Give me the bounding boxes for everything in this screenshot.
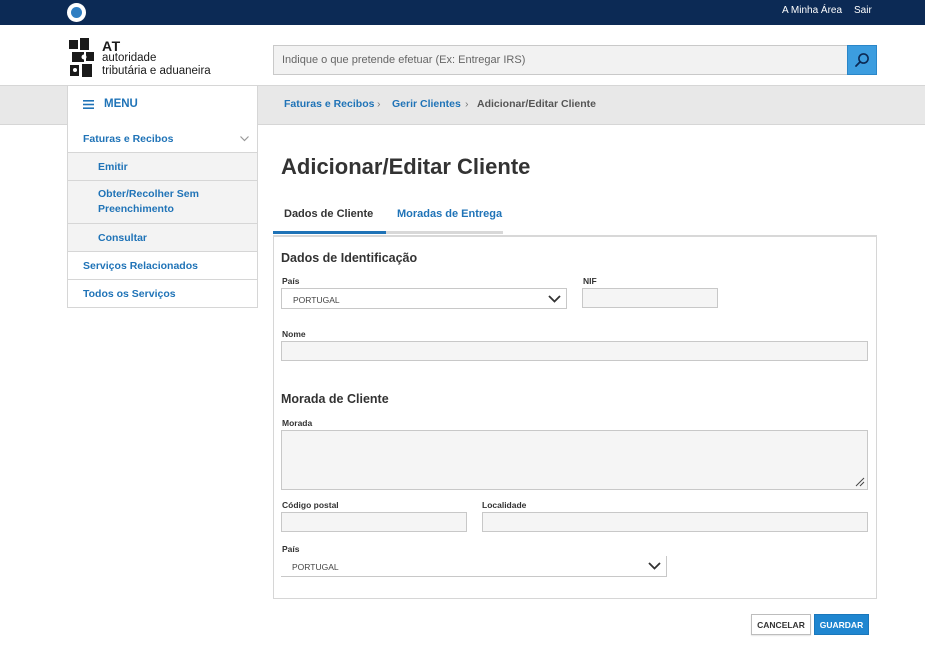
address-country-select[interactable]: PORTUGAL (281, 556, 667, 577)
sidebar-menu: Faturas e Recibos Emitir Obter/Recolher … (67, 125, 258, 308)
chevron-down-icon (648, 562, 661, 570)
name-label: Nome (282, 329, 306, 339)
top-bar: A Minha Área Sair (0, 0, 925, 25)
hamburger-icon (83, 100, 94, 109)
save-button[interactable]: GUARDAR (814, 614, 869, 635)
postal-code-label: Código postal (282, 500, 339, 510)
country-select-value: PORTUGAL (293, 295, 340, 305)
portal-logo-icon[interactable] (67, 3, 86, 22)
brand-name-line1: autoridade (102, 52, 157, 64)
sidebar-item-servicos-relacionados[interactable]: Serviços Relacionados (68, 252, 257, 280)
search-button[interactable] (847, 45, 877, 75)
name-input[interactable] (281, 341, 868, 361)
resize-handle-icon[interactable] (855, 477, 865, 487)
my-area-link[interactable]: A Minha Área (782, 5, 842, 16)
sidebar-item-label: Consultar (98, 232, 148, 244)
chevron-down-icon (240, 136, 249, 142)
tab-divider (386, 231, 503, 234)
sidebar-item-todos-servicos[interactable]: Todos os Serviços (68, 280, 257, 308)
address-country-value: PORTUGAL (292, 562, 339, 572)
active-tab-indicator (273, 231, 386, 234)
chevron-down-icon (548, 295, 561, 303)
brand-name-line2: tributária e aduaneira (102, 65, 211, 77)
sidebar-item-label: Faturas e Recibos (83, 133, 174, 145)
cancel-button[interactable]: CANCELAR (751, 614, 811, 635)
identification-section-title: Dados de Identificação (281, 251, 418, 265)
locality-input[interactable] (482, 512, 868, 532)
breadcrumb-gerir-clientes[interactable]: Gerir Clientes (392, 98, 461, 110)
sidebar-item-label: Emitir (98, 161, 128, 173)
postal-code-input[interactable] (281, 512, 467, 532)
sidebar-item-obter-recolher[interactable]: Obter/Recolher Sem Preenchimento (68, 181, 257, 224)
sidebar-item-label: Obter/Recolher Sem (98, 188, 199, 200)
tab-dados-cliente[interactable]: Dados de Cliente (284, 208, 373, 220)
sidebar-item-label-line2: Preenchimento (98, 203, 174, 215)
sidebar-item-label: Todos os Serviços (83, 288, 176, 300)
sidebar-item-consultar[interactable]: Consultar (68, 224, 257, 252)
breadcrumb-faturas-recibos[interactable]: Faturas e Recibos (284, 98, 374, 110)
search-icon (855, 53, 869, 67)
menu-toggle[interactable]: MENU (67, 85, 258, 125)
site-header: AT autoridade tributária e aduaneira (0, 25, 925, 85)
country-select[interactable]: PORTUGAL (281, 288, 567, 309)
at-emblem-icon[interactable] (69, 38, 97, 78)
sidebar-item-label: Serviços Relacionados (83, 260, 198, 272)
address-textarea[interactable] (281, 430, 868, 490)
locality-label: Localidade (482, 500, 527, 510)
address-label: Morada (282, 418, 313, 428)
country-label: País (282, 276, 300, 286)
address-country-label: País (282, 544, 300, 554)
logout-link[interactable]: Sair (854, 5, 872, 16)
tab-moradas-entrega[interactable]: Moradas de Entrega (397, 208, 502, 220)
breadcrumb-chevron-icon: › (465, 98, 469, 110)
nif-input[interactable] (582, 288, 718, 308)
sidebar-item-faturas-recibos[interactable]: Faturas e Recibos (68, 125, 257, 153)
nif-label: NIF (583, 276, 597, 286)
menu-label: MENU (104, 98, 138, 110)
sidebar-item-emitir[interactable]: Emitir (68, 153, 257, 181)
page-title: Adicionar/Editar Cliente (281, 154, 531, 179)
search-input[interactable] (273, 45, 848, 75)
breadcrumb-chevron-icon: › (377, 98, 381, 110)
breadcrumb-current: Adicionar/Editar Cliente (477, 98, 597, 110)
address-section-title: Morada de Cliente (281, 392, 389, 406)
